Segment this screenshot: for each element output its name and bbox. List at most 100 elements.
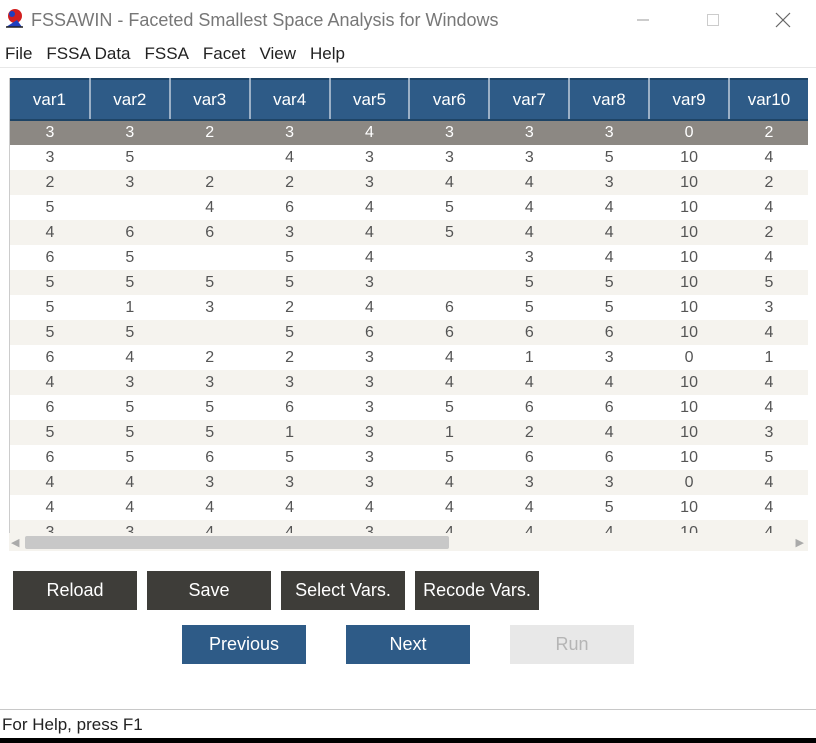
table-cell[interactable]: 4 <box>89 470 170 495</box>
column-header-var7[interactable]: var7 <box>489 78 571 121</box>
table-cell[interactable]: 2 <box>10 170 90 195</box>
table-cell[interactable]: 3 <box>329 395 410 420</box>
table-row[interactable]: 3 5 4 3 3 3 5 10 4 <box>10 145 808 170</box>
table-row[interactable]: 6 5 5 6 3 5 6 6 10 4 <box>10 395 808 420</box>
menu-fssa-data[interactable]: FSSA Data <box>46 44 130 64</box>
table-cell[interactable]: 6 <box>569 320 650 345</box>
table-cell[interactable]: 3 <box>569 345 650 370</box>
table-cell[interactable]: 4 <box>569 420 650 445</box>
table-cell[interactable]: 4 <box>489 195 570 220</box>
table-cell[interactable]: 4 <box>10 470 90 495</box>
table-cell[interactable]: 6 <box>169 445 250 470</box>
table-cell[interactable]: 5 <box>569 145 650 170</box>
table-cell[interactable]: 6 <box>169 220 250 245</box>
table-cell[interactable]: 5 <box>409 195 490 220</box>
table-cell[interactable]: 4 <box>729 320 808 345</box>
table-row[interactable]: 6 5 6 5 3 5 6 6 10 5 <box>10 445 808 470</box>
column-header-var10[interactable]: var10 <box>729 78 808 121</box>
table-cell[interactable]: 10 <box>649 195 730 220</box>
table-cell[interactable]: 6 <box>10 445 90 470</box>
table-cell[interactable]: 6 <box>409 320 490 345</box>
column-header-var8[interactable]: var8 <box>569 78 651 121</box>
table-cell[interactable]: 2 <box>729 120 808 145</box>
table-cell[interactable]: 4 <box>409 495 490 520</box>
table-cell[interactable]: 3 <box>10 120 90 145</box>
table-cell[interactable]: 2 <box>729 220 808 245</box>
table-row[interactable]: 2 3 2 2 3 4 4 3 10 2 <box>10 170 808 195</box>
table-cell[interactable]: 5 <box>489 295 570 320</box>
table-cell[interactable]: 6 <box>249 195 330 220</box>
table-cell[interactable]: 4 <box>249 145 330 170</box>
table-cell[interactable]: 10 <box>649 145 730 170</box>
table-cell[interactable]: 3 <box>249 470 330 495</box>
table-cell[interactable]: 5 <box>409 220 490 245</box>
table-cell[interactable]: 2 <box>169 120 250 145</box>
table-cell[interactable]: 5 <box>409 395 490 420</box>
table-cell[interactable]: 3 <box>729 295 808 320</box>
table-cell[interactable]: 4 <box>489 220 570 245</box>
table-row[interactable]: 4 6 6 3 4 5 4 4 10 2 <box>10 220 808 245</box>
table-cell[interactable]: 4 <box>489 170 570 195</box>
table-cell[interactable]: 0 <box>649 470 730 495</box>
table-cell[interactable]: 4 <box>409 470 490 495</box>
table-cell[interactable]: 4 <box>10 220 90 245</box>
save-button[interactable]: Save <box>147 571 271 610</box>
table-cell[interactable]: 5 <box>569 495 650 520</box>
table-cell[interactable]: 3 <box>329 370 410 395</box>
table-cell[interactable]: 4 <box>169 195 250 220</box>
table-cell[interactable]: 6 <box>409 295 490 320</box>
scroll-left-icon[interactable]: ◀ <box>11 536 19 549</box>
table-cell[interactable]: 5 <box>409 445 490 470</box>
table-cell[interactable]: 4 <box>729 370 808 395</box>
table-cell[interactable]: 4 <box>729 245 808 270</box>
table-row[interactable]: 5 5 5 6 6 6 6 10 4 <box>10 320 808 345</box>
table-cell[interactable]: 3 <box>329 145 410 170</box>
table-cell[interactable]: 6 <box>10 245 90 270</box>
table-cell[interactable]: 6 <box>89 220 170 245</box>
table-cell[interactable]: 4 <box>569 245 650 270</box>
table-row[interactable]: 6422341301 <box>10 345 808 370</box>
table-cell[interactable]: 10 <box>649 245 730 270</box>
table-cell[interactable]: 4 <box>249 495 330 520</box>
table-cell[interactable]: 4 <box>569 220 650 245</box>
table-cell[interactable]: 3 <box>329 470 410 495</box>
table-cell[interactable]: 5 <box>169 395 250 420</box>
data-grid[interactable]: var1 var2 var3 var4 var5 var6 var7 var8 … <box>9 78 808 550</box>
table-cell[interactable]: 3 <box>89 170 170 195</box>
table-cell[interactable]: 4 <box>729 470 808 495</box>
table-cell[interactable]: 3 <box>329 345 410 370</box>
table-cell[interactable]: 4 <box>329 220 410 245</box>
table-cell[interactable]: 4 <box>10 370 90 395</box>
minimize-button[interactable] <box>620 0 666 40</box>
table-cell[interactable]: 5 <box>89 395 170 420</box>
table-cell[interactable]: 10 <box>649 445 730 470</box>
table-cell[interactable]: 10 <box>649 420 730 445</box>
table-cell[interactable]: 0 <box>649 345 730 370</box>
table-cell[interactable]: 10 <box>649 295 730 320</box>
table-cell[interactable]: 3 <box>409 145 490 170</box>
table-cell[interactable]: 5 <box>10 270 90 295</box>
table-cell[interactable]: 5 <box>249 320 330 345</box>
table-cell[interactable]: 5 <box>10 420 90 445</box>
table-cell[interactable]: 1 <box>729 345 808 370</box>
table-cell[interactable]: 5 <box>10 295 90 320</box>
table-cell[interactable]: 4 <box>329 295 410 320</box>
column-header-var6[interactable]: var6 <box>409 78 491 121</box>
table-cell[interactable]: 5 <box>10 195 90 220</box>
table-cell[interactable]: 3 <box>729 420 808 445</box>
table-cell[interactable]: 3 <box>249 370 330 395</box>
table-cell[interactable]: 5 <box>169 420 250 445</box>
table-cell[interactable]: 1 <box>409 420 490 445</box>
table-cell[interactable]: 3 <box>329 445 410 470</box>
table-cell[interactable]: 2 <box>729 170 808 195</box>
table-cell[interactable]: 3 <box>409 120 490 145</box>
column-header-var3[interactable]: var3 <box>169 78 251 121</box>
table-cell[interactable]: 10 <box>649 320 730 345</box>
table-row[interactable]: 6 5 5 4 3 4 10 4 <box>10 245 808 270</box>
reload-button[interactable]: Reload <box>13 571 137 610</box>
table-cell[interactable]: 4 <box>409 345 490 370</box>
table-cell[interactable]: 3 <box>489 245 570 270</box>
table-cell[interactable]: 4 <box>729 145 808 170</box>
table-cell[interactable]: 1 <box>89 295 170 320</box>
table-cell[interactable]: 2 <box>489 420 570 445</box>
